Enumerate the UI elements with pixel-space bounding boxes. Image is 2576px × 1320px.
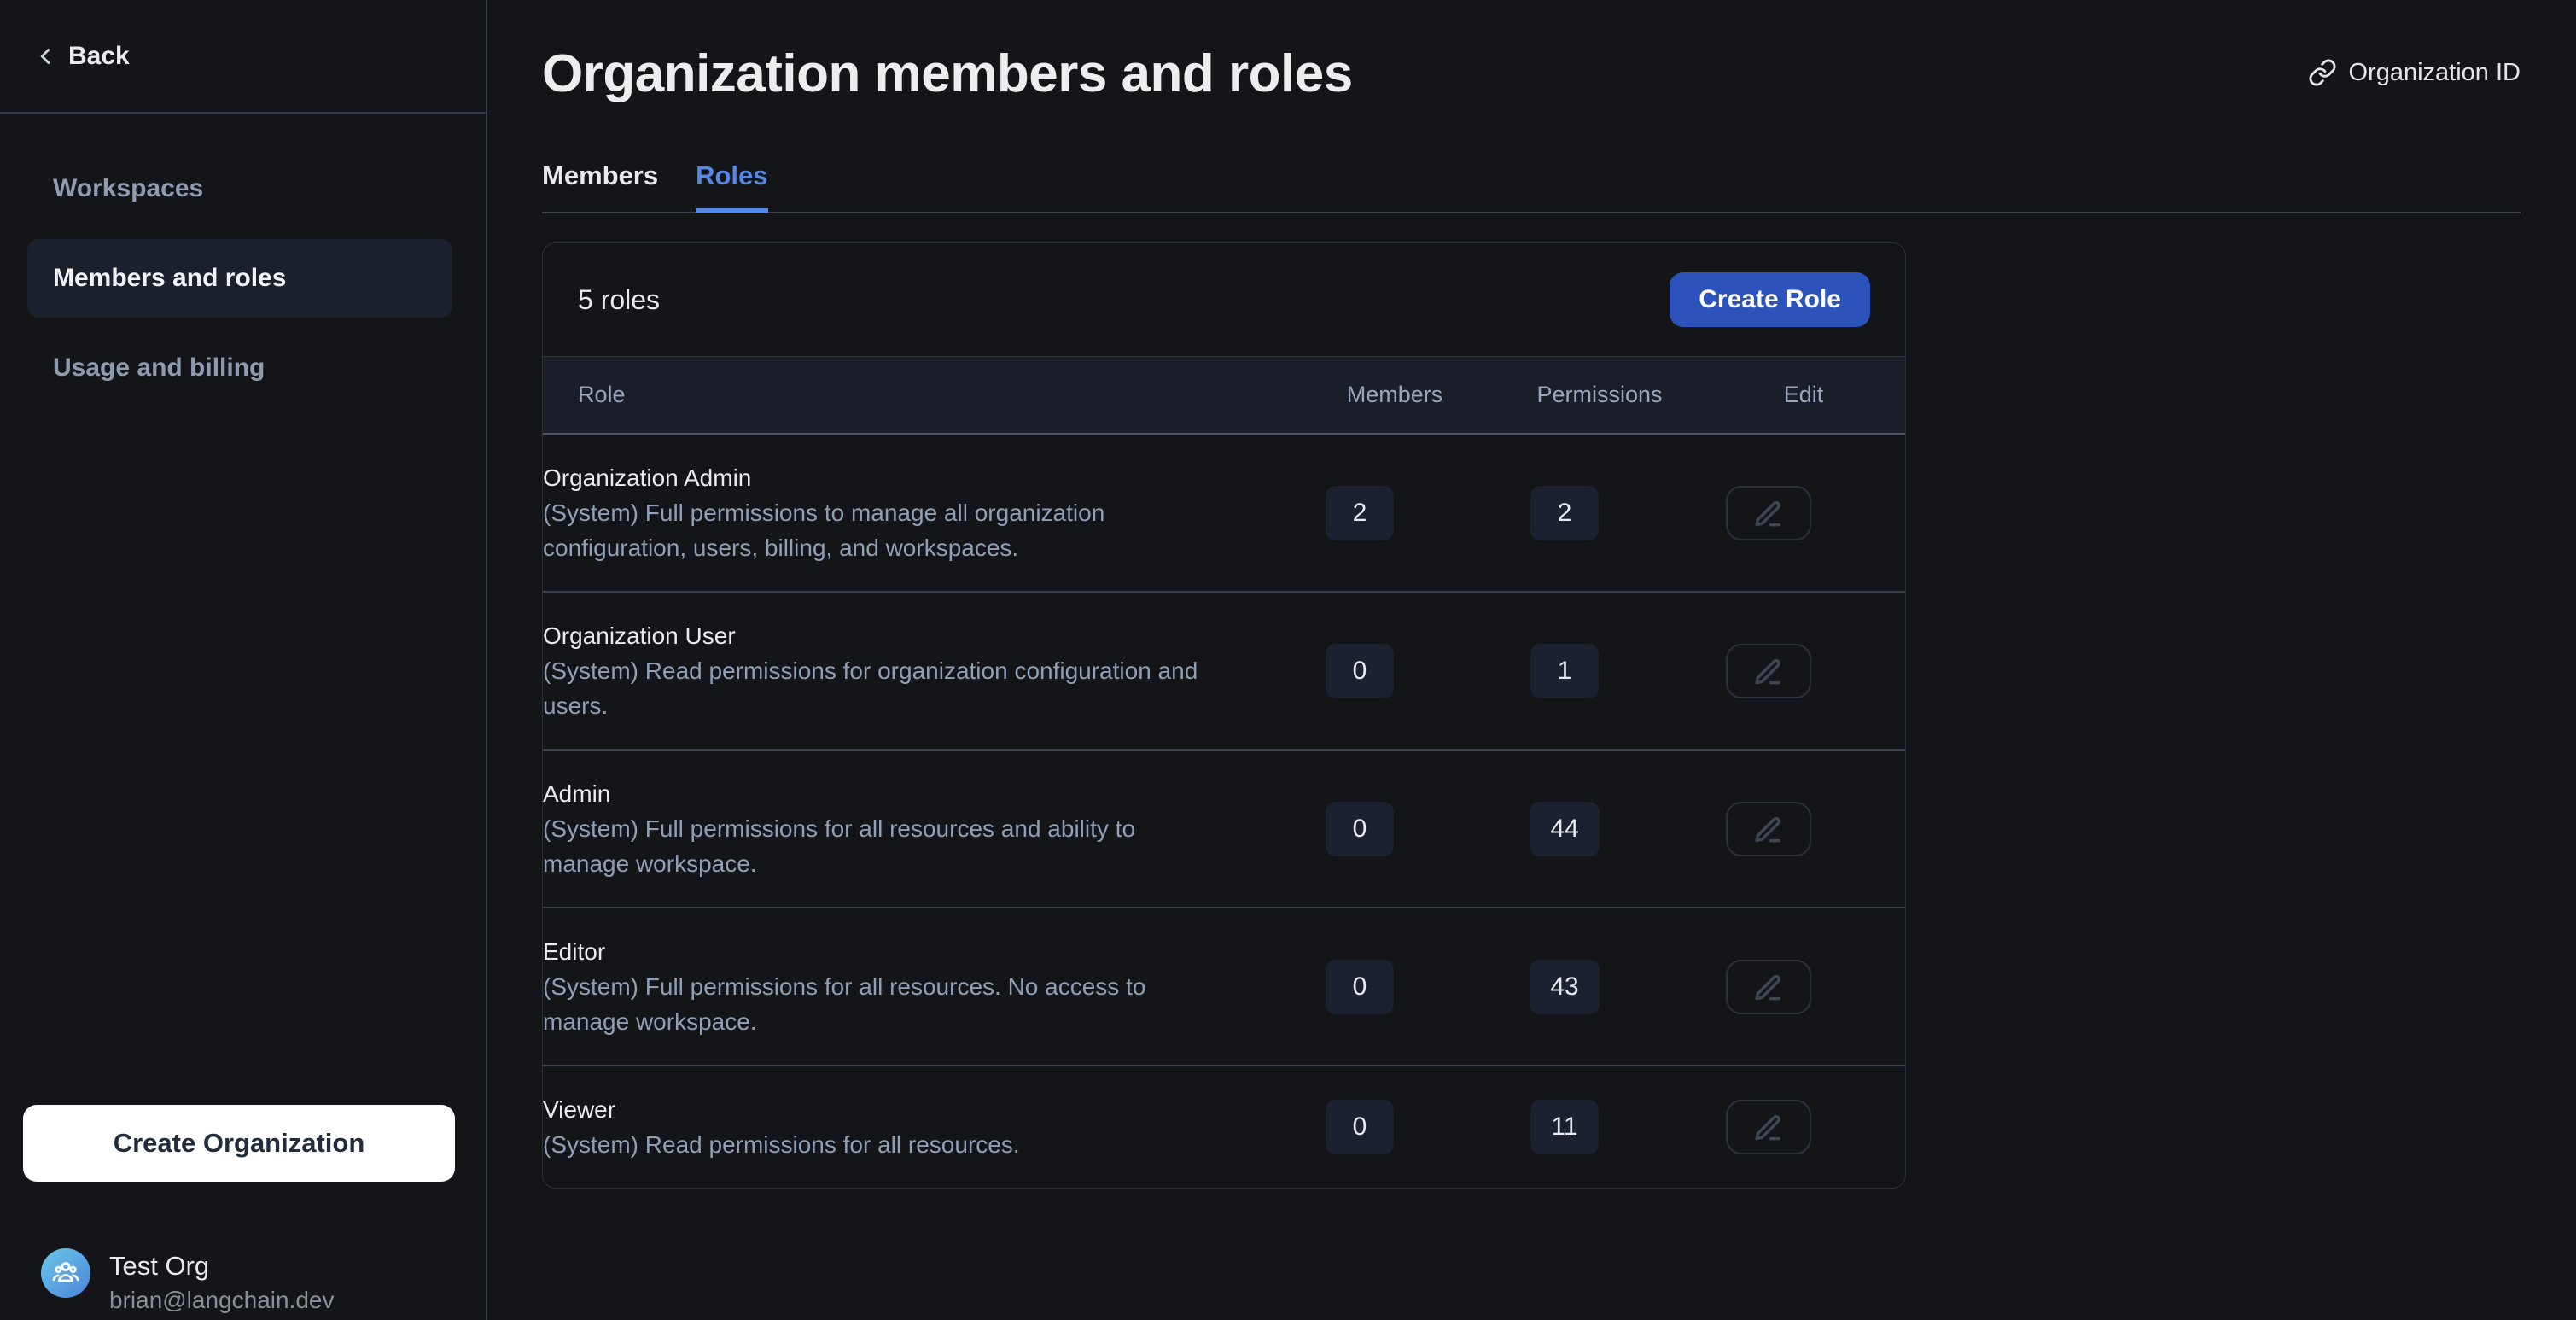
org-name: Test Org	[109, 1248, 334, 1284]
roles-table-body: Organization Admin (System) Full permiss…	[543, 435, 1905, 1188]
column-header-edit: Edit	[1784, 382, 1824, 408]
org-avatar	[41, 1248, 90, 1298]
current-org-switcher[interactable]: Test Org brian@langchain.dev	[41, 1248, 334, 1317]
role-description: (System) Read permissions for organizati…	[543, 653, 1326, 723]
organization-id-label: Organization ID	[2349, 59, 2521, 87]
back-label: Back	[68, 42, 130, 71]
role-cell: Viewer (System) Read permissions for all…	[543, 1092, 1326, 1162]
pencil-icon	[1751, 495, 1786, 531]
members-count-badge: 0	[1326, 802, 1394, 856]
role-name: Organization Admin	[543, 460, 1326, 495]
page-header: Organization members and roles Organizat…	[542, 44, 2521, 104]
tab-members[interactable]: Members	[542, 161, 658, 213]
permissions-count-badge: 11	[1530, 1100, 1599, 1154]
role-cell: Editor (System) Full permissions for all…	[543, 934, 1326, 1039]
role-name: Admin	[543, 776, 1326, 811]
column-header-members: Members	[1347, 382, 1443, 408]
roles-panel-header: 5 roles Create Role	[543, 243, 1905, 356]
permissions-count-badge: 2	[1530, 486, 1599, 540]
role-name: Viewer	[543, 1092, 1326, 1127]
role-description: (System) Full permissions for all resour…	[543, 811, 1326, 881]
pencil-icon	[1751, 653, 1786, 689]
sidebar-nav: Workspaces Members and roles Usage and b…	[27, 149, 452, 407]
role-cell: Admin (System) Full permissions for all …	[543, 776, 1326, 881]
page-title: Organization members and roles	[542, 44, 1353, 104]
user-email: brian@langchain.dev	[109, 1284, 334, 1317]
table-row: Editor (System) Full permissions for all…	[543, 908, 1905, 1066]
chevron-left-icon	[32, 44, 58, 69]
org-user-meta: Test Org brian@langchain.dev	[109, 1248, 334, 1317]
permissions-count-badge: 44	[1530, 802, 1599, 856]
pencil-icon	[1751, 811, 1786, 847]
members-count-badge: 0	[1326, 644, 1394, 698]
link-icon	[2308, 58, 2337, 87]
table-row: Admin (System) Full permissions for all …	[543, 751, 1905, 908]
table-row: Viewer (System) Read permissions for all…	[543, 1066, 1905, 1188]
members-count-badge: 0	[1326, 1100, 1394, 1154]
users-icon	[50, 1258, 81, 1288]
sidebar-item-usage-and-billing[interactable]: Usage and billing	[27, 329, 452, 407]
role-description: (System) Full permissions to manage all …	[543, 495, 1326, 565]
organization-id-button[interactable]: Organization ID	[2308, 58, 2521, 87]
role-name: Editor	[543, 934, 1326, 969]
organization-settings-page: Back Workspaces Members and roles Usage …	[0, 0, 2576, 1320]
table-row: Organization Admin (System) Full permiss…	[543, 435, 1905, 593]
role-description: (System) Full permissions for all resour…	[543, 969, 1326, 1039]
role-description: (System) Read permissions for all resour…	[543, 1127, 1326, 1162]
edit-role-button[interactable]	[1726, 802, 1811, 856]
create-organization-button[interactable]: Create Organization	[23, 1105, 455, 1182]
members-count-badge: 2	[1326, 486, 1394, 540]
sidebar-item-workspaces[interactable]: Workspaces	[27, 149, 452, 228]
sidebar-item-members-and-roles[interactable]: Members and roles	[27, 239, 452, 318]
pencil-icon	[1751, 1109, 1786, 1145]
back-button[interactable]: Back	[0, 0, 486, 114]
role-cell: Organization User (System) Read permissi…	[543, 618, 1326, 723]
pencil-icon	[1751, 969, 1786, 1005]
role-name: Organization User	[543, 618, 1326, 653]
members-count-badge: 0	[1326, 960, 1394, 1014]
sidebar: Back Workspaces Members and roles Usage …	[0, 0, 487, 1320]
column-header-role: Role	[578, 382, 1361, 408]
edit-role-button[interactable]	[1726, 486, 1811, 540]
edit-role-button[interactable]	[1726, 1100, 1811, 1154]
edit-role-button[interactable]	[1726, 644, 1811, 698]
create-role-button[interactable]: Create Role	[1670, 272, 1870, 327]
roles-count: 5 roles	[578, 284, 660, 316]
permissions-count-badge: 43	[1530, 960, 1599, 1014]
permissions-count-badge: 1	[1530, 644, 1599, 698]
roles-panel: 5 roles Create Role Role Members Permiss…	[542, 242, 1906, 1189]
table-row: Organization User (System) Read permissi…	[543, 593, 1905, 751]
edit-role-button[interactable]	[1726, 960, 1811, 1014]
column-header-permissions: Permissions	[1536, 382, 1662, 408]
tab-bar: Members Roles	[542, 161, 2521, 213]
tab-roles[interactable]: Roles	[696, 161, 767, 213]
table-header-row: Role Members Permissions Edit	[543, 356, 1905, 435]
main-content: Organization members and roles Organizat…	[487, 0, 2576, 1320]
role-cell: Organization Admin (System) Full permiss…	[543, 460, 1326, 565]
